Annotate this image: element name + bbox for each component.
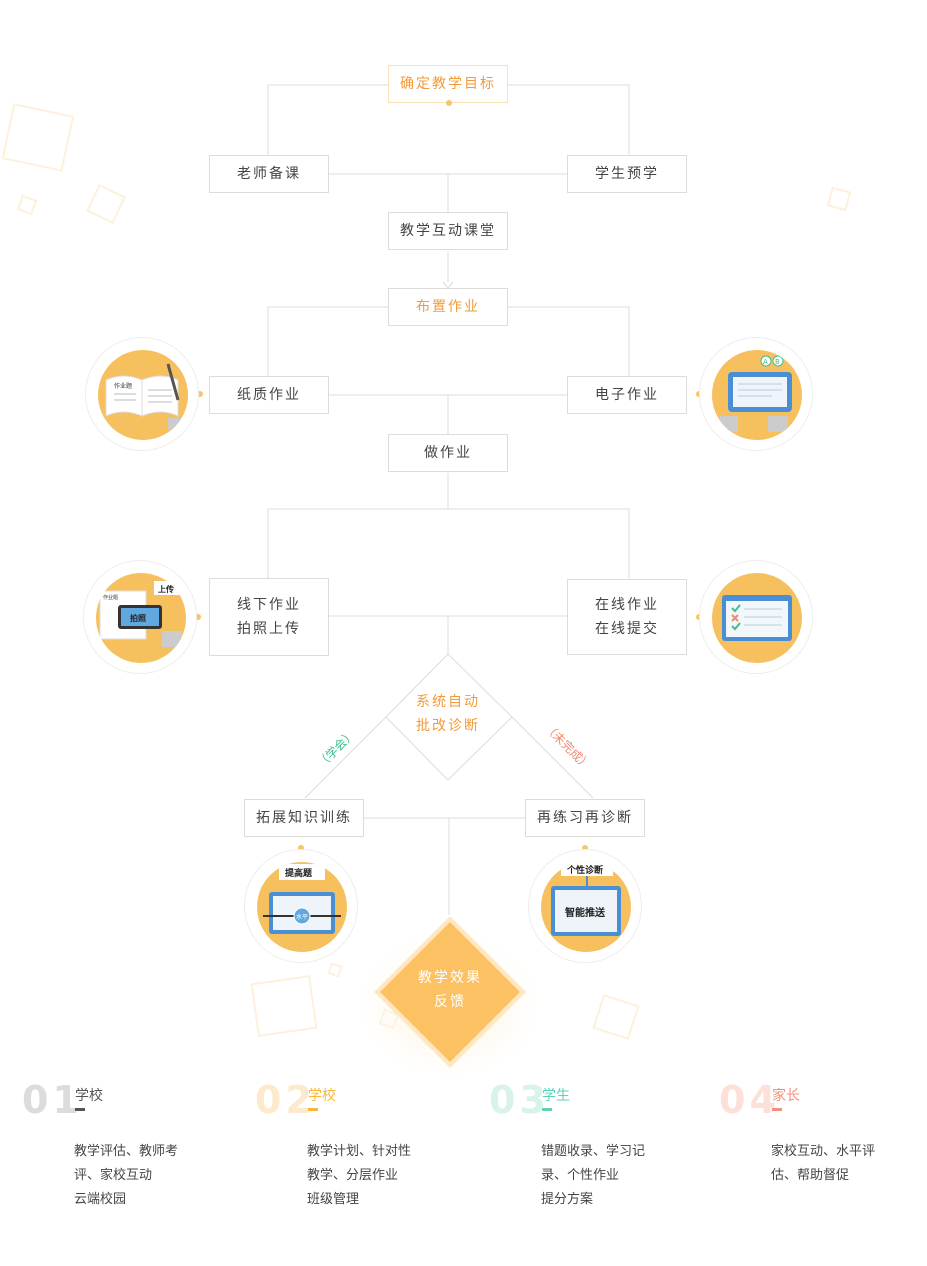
interactive-class-label: 教学互动课堂 (400, 223, 496, 239)
student-preview-node: 学生预学 (567, 155, 687, 193)
online-homework-node: 在线作业 在线提交 (567, 579, 687, 655)
feature-desc-line: 云端校园 (74, 1192, 127, 1207)
feature-desc: 家校互动、水平评 估、帮助督促 (771, 1140, 901, 1188)
feature-desc-line: 教学、分层作业 (307, 1168, 399, 1183)
repractice-node: 再练习再诊断 (525, 799, 645, 837)
badge-a: A (763, 358, 768, 366)
paper-book-text: 作业题 (114, 382, 132, 390)
feature-desc-line: 提分方案 (541, 1192, 594, 1207)
goal-dot (446, 100, 452, 106)
electronic-homework-label: 电子作业 (595, 387, 659, 403)
electronic-homework-node: 电子作业 (567, 376, 687, 414)
feature-title: 学生 (542, 1088, 570, 1104)
assign-homework-label: 布置作业 (416, 299, 480, 315)
feature-title: 家长 (772, 1088, 800, 1104)
feedback-node: 教学效果 反馈 (400, 966, 500, 1014)
offline-line1: 线下作业 (237, 597, 301, 613)
feature-desc-line: 家校互动、水平评 (771, 1144, 876, 1159)
feature-bar (308, 1108, 318, 1111)
feedback-line1: 教学效果 (418, 970, 482, 986)
photo-paper-text: 作业题 (103, 594, 118, 601)
feature-number: 03 (489, 1078, 550, 1122)
feature-number: 02 (255, 1078, 316, 1122)
feature-bar (542, 1108, 552, 1111)
offline-homework-node: 线下作业 拍照上传 (209, 578, 329, 656)
feature-bar (772, 1108, 782, 1111)
system-diagnosis-node: 系统自动 批改诊断 (398, 690, 498, 738)
repractice-label: 再练习再诊断 (537, 810, 633, 826)
improve-title-text: 提高题 (285, 867, 313, 879)
feature-desc-line: 教学评估、教师考 (74, 1144, 179, 1159)
photo-button-text: 拍照 (130, 613, 146, 623)
feature-title: 学校 (75, 1088, 103, 1104)
online-line1: 在线作业 (595, 597, 659, 613)
feature-desc-line: 评、家校互动 (74, 1168, 153, 1183)
extend-training-label: 拓展知识训练 (256, 810, 352, 826)
feature-bar (75, 1108, 85, 1111)
interactive-class-node: 教学互动课堂 (388, 212, 508, 250)
paper-homework-illustration: 作业题 (85, 337, 199, 451)
feature-desc: 错题收录、学习记 录、个性作业 提分方案 (541, 1140, 671, 1212)
feature-number: 01 (22, 1078, 83, 1122)
feature-desc-line: 教学计划、针对性 (307, 1144, 412, 1159)
improve-level-text: 水平 (296, 913, 308, 921)
feature-desc-line: 录、个性作业 (541, 1168, 620, 1183)
feature-title: 学校 (308, 1088, 336, 1104)
paper-homework-node: 纸质作业 (209, 376, 329, 414)
feature-desc: 教学评估、教师考 评、家校互动 云端校园 (74, 1140, 204, 1212)
goal-label: 确定教学目标 (400, 76, 496, 92)
photo-upload-illustration: 作业题 拍照 上传 (83, 560, 197, 674)
online-submit-illustration (699, 560, 813, 674)
assign-homework-node: 布置作业 (388, 288, 508, 326)
badge-b: B (775, 358, 780, 366)
diag-button-text: 智能推送 (565, 906, 606, 919)
extend-training-node: 拓展知识训练 (244, 799, 364, 837)
feature-number: 04 (719, 1078, 780, 1122)
system-line1: 系统自动 (416, 694, 480, 710)
diag-title-text: 个性诊断 (566, 864, 603, 876)
paper-homework-label: 纸质作业 (237, 387, 301, 403)
photo-upload-text: 上传 (158, 584, 174, 594)
feature-desc-line: 错题收录、学习记 (541, 1144, 646, 1159)
feature-desc-line: 估、帮助督促 (771, 1168, 850, 1183)
system-line2: 批改诊断 (416, 718, 480, 734)
online-line2: 在线提交 (595, 621, 659, 637)
teacher-prep-node: 老师备课 (209, 155, 329, 193)
goal-node: 确定教学目标 (388, 65, 508, 103)
do-homework-label: 做作业 (424, 445, 472, 461)
teacher-prep-label: 老师备课 (237, 166, 301, 182)
do-homework-node: 做作业 (388, 434, 508, 472)
electronic-homework-illustration: A B (699, 337, 813, 451)
feature-desc-line: 班级管理 (307, 1192, 360, 1207)
feature-desc: 教学计划、针对性 教学、分层作业 班级管理 (307, 1140, 437, 1212)
feedback-line2: 反馈 (434, 994, 466, 1010)
student-preview-label: 学生预学 (595, 166, 659, 182)
offline-line2: 拍照上传 (237, 621, 301, 637)
